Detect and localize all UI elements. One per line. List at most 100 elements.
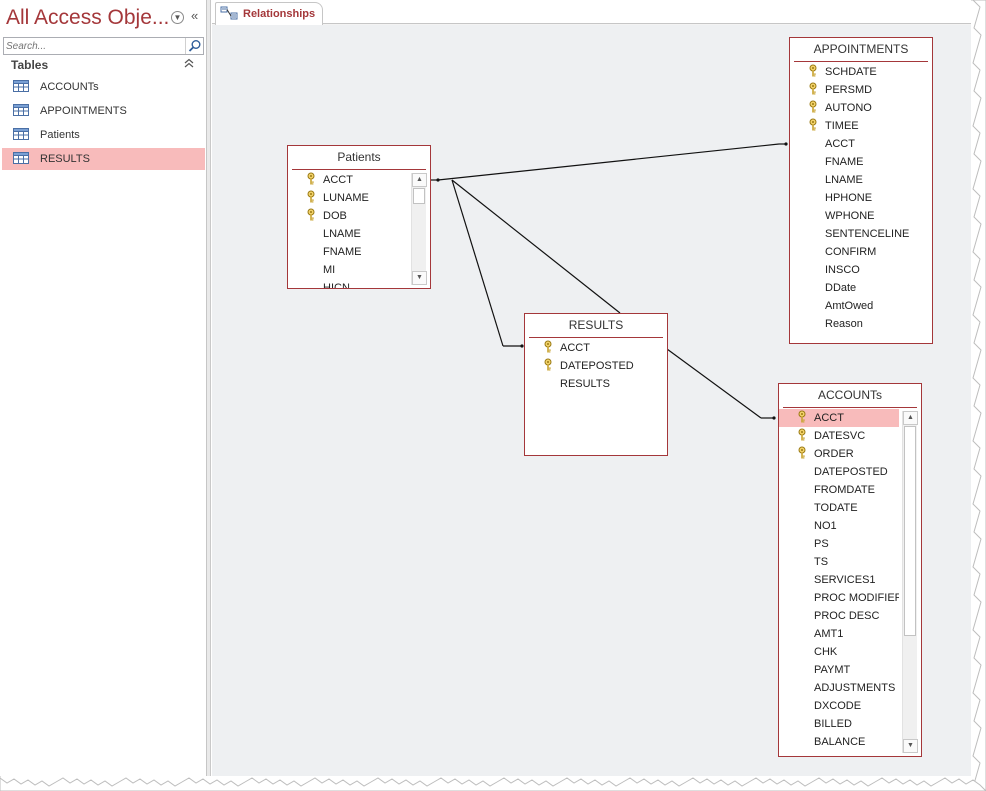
table-title[interactable]: RESULTS [525, 314, 667, 336]
tables-section-header[interactable]: Tables [2, 57, 204, 75]
field-row[interactable]: WPHONE [790, 207, 932, 225]
field-row[interactable]: NO1 [779, 517, 899, 535]
field-row[interactable]: TIMEE [790, 117, 932, 135]
field-row[interactable]: PROC MODIFIER [779, 589, 899, 607]
field-row[interactable]: AUTONO [790, 99, 932, 117]
field-row[interactable]: DOB [288, 207, 408, 225]
field-row[interactable]: TS [779, 553, 899, 571]
field-row[interactable]: ACCT [790, 135, 932, 153]
field-row[interactable]: FNAME [288, 243, 408, 261]
nav-item-label: RESULTS [40, 153, 90, 165]
field-row[interactable]: AmtOwed [790, 297, 932, 315]
document-tab-strip: Relationships [212, 0, 971, 25]
field-row[interactable]: AMT1 [779, 625, 899, 643]
field-row[interactable]: ACCT [779, 409, 899, 427]
table-title[interactable]: APPOINTMENTS [790, 38, 932, 60]
table-results[interactable]: RESULTS ACCT DATEPOSTED RESULTS [524, 313, 668, 456]
field-row[interactable]: CONFIRM [790, 243, 932, 261]
navigation-pane: All Access Obje... ▼ « Tables [0, 0, 207, 776]
search-input[interactable] [4, 38, 184, 54]
section-label: Tables [11, 58, 49, 72]
field-row[interactable]: BILLED [779, 715, 899, 733]
relationships-canvas[interactable]: Patients ACCT LUNAME DOB LNAME FNAME MI HICN ▲… [212, 25, 971, 776]
field-name: FNAME [323, 246, 362, 258]
scroll-thumb[interactable] [904, 426, 916, 636]
field-name: CONFIRM [825, 246, 877, 258]
collapse-pane-icon[interactable]: « [191, 8, 198, 23]
field-row[interactable]: DATEPOSTED [779, 463, 899, 481]
field-name: ACCT [560, 342, 590, 354]
field-row[interactable]: ACCT [288, 171, 408, 189]
nav-menu-dropdown-icon[interactable]: ▼ [171, 11, 184, 24]
field-row[interactable]: MI [288, 261, 408, 279]
field-row[interactable]: PROC DESC [779, 607, 899, 625]
scroll-up-icon[interactable]: ▲ [903, 411, 918, 425]
field-row[interactable]: DXCODE [779, 697, 899, 715]
field-name: PERSMD [825, 84, 873, 96]
search-box [3, 37, 204, 55]
field-row[interactable]: ORDER [779, 445, 899, 463]
field-row[interactable]: SENTENCELINE [790, 225, 932, 243]
scroll-down-icon[interactable]: ▼ [412, 271, 427, 285]
field-row[interactable]: ADJUSTMENTS [779, 679, 899, 697]
relationship-patients-results[interactable] [451, 179, 524, 348]
field-row[interactable]: DATESVC [779, 427, 899, 445]
nav-item-accounts[interactable]: ACCOUNTs [2, 76, 205, 98]
field-name: INSCO [825, 264, 860, 276]
pane-splitter[interactable] [207, 0, 211, 776]
field-name: Reason [825, 318, 863, 330]
nav-item-results[interactable]: RESULTS [2, 148, 205, 170]
field-name: LUNAME [323, 192, 369, 204]
field-row[interactable]: PS [779, 535, 899, 553]
nav-item-patients[interactable]: Patients [2, 124, 205, 146]
field-row[interactable]: TODATE [779, 499, 899, 517]
table-icon [13, 80, 29, 92]
scroll-down-icon[interactable]: ▼ [903, 739, 918, 753]
field-row[interactable]: FNAME [790, 153, 932, 171]
access-window: All Access Obje... ▼ « Tables [0, 0, 986, 791]
tab-relationships[interactable]: Relationships [215, 2, 323, 25]
field-row[interactable]: DDate [790, 279, 932, 297]
field-row[interactable]: PERSMD [790, 81, 932, 99]
field-row[interactable]: SCHDATE [790, 63, 932, 81]
document-area: Relationships Patients ACCT LUNAME DOB L… [212, 0, 971, 776]
field-row[interactable]: RESULTS [525, 375, 667, 393]
field-name: WPHONE [825, 210, 875, 222]
field-row[interactable]: ACCT [525, 339, 667, 357]
scroll-thumb[interactable] [413, 188, 425, 204]
table-appointments[interactable]: APPOINTMENTS SCHDATE PERSMD AUTONO TIMEE ACC… [789, 37, 933, 344]
relationship-patients-appointments[interactable] [431, 142, 788, 182]
primary-key-icon [306, 172, 316, 186]
table-accounts[interactable]: ACCOUNTs ACCT DATESVC ORDER DATEPOSTED FROMD… [778, 383, 922, 757]
nav-item-appointments[interactable]: APPOINTMENTS [2, 100, 205, 122]
field-row[interactable]: BALANCE [779, 733, 899, 751]
scroll-up-icon[interactable]: ▲ [412, 173, 427, 187]
field-name: SCHDATE [825, 66, 877, 78]
nav-pane-title[interactable]: All Access Obje... [6, 6, 169, 30]
field-row[interactable]: DATEPOSTED [525, 357, 667, 375]
field-name: DATEPOSTED [560, 360, 634, 372]
primary-key-icon [808, 64, 818, 78]
search-icon[interactable] [185, 38, 203, 54]
vertical-scrollbar[interactable]: ▲ ▼ [411, 173, 427, 285]
field-row[interactable]: SERVICES1 [779, 571, 899, 589]
field-row[interactable]: LNAME [790, 171, 932, 189]
field-name: PS [814, 538, 829, 550]
field-row[interactable]: FROMDATE [779, 481, 899, 499]
field-name: NO1 [814, 520, 837, 532]
field-row[interactable]: HICN [288, 279, 408, 288]
field-row[interactable]: Reason [790, 315, 932, 333]
table-title[interactable]: ACCOUNTs [779, 384, 921, 406]
field-row[interactable]: LUNAME [288, 189, 408, 207]
nav-item-label: APPOINTMENTS [40, 105, 127, 117]
field-row[interactable]: HPHONE [790, 189, 932, 207]
field-row[interactable]: LNAME [288, 225, 408, 243]
field-row[interactable]: INSCO [790, 261, 932, 279]
field-name: HICN [323, 282, 350, 288]
section-collapse-icon[interactable] [184, 58, 194, 71]
table-patients[interactable]: Patients ACCT LUNAME DOB LNAME FNAME MI HICN ▲… [287, 145, 431, 289]
table-title[interactable]: Patients [288, 146, 430, 168]
field-row[interactable]: CHK [779, 643, 899, 661]
field-row[interactable]: PAYMT [779, 661, 899, 679]
vertical-scrollbar[interactable]: ▲ ▼ [902, 411, 918, 753]
